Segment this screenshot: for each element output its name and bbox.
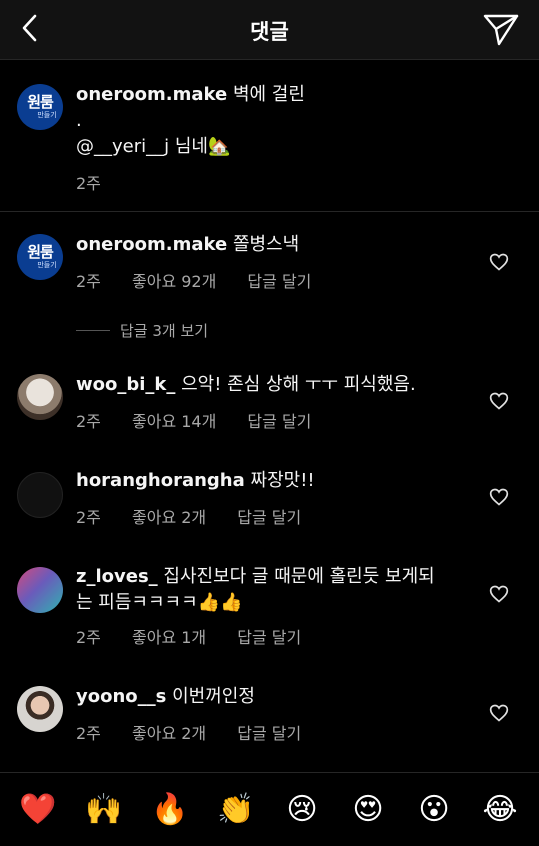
comment-text: z_loves_ 집사진보다 글 때문에 홀린듯 보게되 bbox=[76, 564, 435, 590]
laughing-tears-emoji-button[interactable]: 😂 bbox=[480, 793, 520, 827]
timestamp: 2주 bbox=[76, 628, 101, 647]
comment-body: 으악! 존심 상해 ㅜㅜ 피식했음. bbox=[181, 374, 416, 395]
red-heart-emoji-button[interactable]: ❤️ bbox=[18, 793, 58, 827]
caption-meta: 2주 bbox=[76, 170, 127, 194]
paper-plane-icon bbox=[483, 14, 519, 46]
timestamp: 2주 bbox=[76, 174, 101, 193]
comment-body-line-2: 는 피듬ㅋㅋㅋㅋ👍👍 bbox=[76, 592, 243, 613]
timestamp: 2주 bbox=[76, 272, 101, 291]
comment-body: 이번꺼인정 bbox=[172, 686, 255, 707]
crying-face-emoji-button[interactable]: 😢 bbox=[282, 793, 322, 827]
username[interactable]: oneroom.make bbox=[76, 84, 227, 105]
heart-icon[interactable] bbox=[489, 584, 509, 604]
username[interactable]: woo_bi_k_ bbox=[76, 374, 175, 395]
avatar[interactable] bbox=[17, 686, 63, 732]
heart-icon[interactable] bbox=[489, 703, 509, 723]
avatar[interactable] bbox=[17, 374, 63, 420]
caption-line-2: . bbox=[76, 110, 82, 131]
avatar-logo-subtext: 만들기 bbox=[37, 111, 57, 119]
heart-eyes-emoji-button[interactable]: 😍 bbox=[348, 793, 388, 827]
caption-line-3: @__yeri__j 님네🏡 bbox=[76, 136, 231, 157]
share-button[interactable] bbox=[481, 10, 521, 50]
avatar[interactable] bbox=[17, 472, 63, 518]
reply-button[interactable]: 답글 달기 bbox=[247, 272, 311, 291]
username[interactable]: yoono__s bbox=[76, 686, 166, 707]
avatar[interactable]: 원룸 만들기 bbox=[17, 234, 63, 280]
clapping-hands-emoji-button[interactable]: 👏 bbox=[216, 793, 256, 827]
heart-icon[interactable] bbox=[489, 252, 509, 272]
avatar-logo-text: 원룸 bbox=[27, 93, 54, 111]
comment-text: oneroom.make 쫄병스낵 bbox=[76, 232, 299, 258]
comment-item: horanghorangha 짜장맛!! 2주 좋아요 2개 답글 달기 bbox=[0, 456, 539, 556]
likes-count[interactable]: 좋아요 92개 bbox=[132, 272, 216, 291]
divider bbox=[76, 330, 110, 331]
username[interactable]: horanghorangha bbox=[76, 470, 245, 491]
emoji-reaction-bar: ❤️ 🙌 🔥 👏 😢 😍 😮 😂 bbox=[0, 772, 539, 846]
avatar-logo-text: 원룸 bbox=[27, 243, 54, 261]
reply-button[interactable]: 답글 달기 bbox=[237, 628, 301, 647]
likes-count[interactable]: 좋아요 2개 bbox=[132, 724, 206, 743]
comment-meta: 2주 좋아요 92개 답글 달기 bbox=[76, 268, 337, 292]
comment-meta: 2주 좋아요 1개 답글 달기 bbox=[76, 624, 327, 648]
likes-count[interactable]: 좋아요 2개 bbox=[132, 508, 206, 527]
timestamp: 2주 bbox=[76, 508, 101, 527]
top-bar: 댓글 bbox=[0, 0, 539, 60]
username[interactable]: oneroom.make bbox=[76, 234, 227, 255]
comment-body: 짜장맛!! bbox=[250, 470, 315, 491]
reply-button[interactable]: 답글 달기 bbox=[237, 508, 301, 527]
surprised-face-emoji-button[interactable]: 😮 bbox=[414, 793, 454, 827]
avatar[interactable]: 원룸 만들기 bbox=[17, 84, 63, 130]
fire-emoji-button[interactable]: 🔥 bbox=[150, 793, 190, 827]
comment-meta: 2주 좋아요 2개 답글 달기 bbox=[76, 504, 327, 528]
view-replies-label: 답글 3개 보기 bbox=[120, 322, 209, 340]
page-title: 댓글 bbox=[250, 20, 289, 44]
post-caption: 원룸 만들기 oneroom.make 벽에 걸린 . @__yeri__j 님… bbox=[0, 62, 539, 212]
comment-item: z_loves_ 집사진보다 글 때문에 홀린듯 보게되 는 피듬ㅋㅋㅋㅋ👍👍 … bbox=[0, 550, 539, 670]
reply-button[interactable]: 답글 달기 bbox=[247, 412, 311, 431]
comment-meta: 2주 좋아요 14개 답글 달기 bbox=[76, 408, 337, 432]
avatar-logo-subtext: 만들기 bbox=[37, 261, 57, 269]
caption-text: oneroom.make 벽에 걸린 bbox=[76, 82, 305, 108]
caption-line-1: 벽에 걸린 bbox=[232, 84, 305, 105]
username[interactable]: z_loves_ bbox=[76, 566, 158, 587]
avatar[interactable] bbox=[17, 567, 63, 613]
comment-body: 쫄병스낵 bbox=[232, 234, 300, 255]
view-replies-button[interactable]: 답글 3개 보기 bbox=[76, 320, 208, 341]
heart-icon[interactable] bbox=[489, 487, 509, 507]
comment-body-line-1: 집사진보다 글 때문에 홀린듯 보게되 bbox=[163, 566, 435, 587]
comment-text: yoono__s 이번꺼인정 bbox=[76, 684, 255, 710]
likes-count[interactable]: 좋아요 1개 bbox=[132, 628, 206, 647]
comment-item: yoono__s 이번꺼인정 2주 좋아요 2개 답글 달기 bbox=[0, 670, 539, 770]
heart-icon[interactable] bbox=[489, 391, 509, 411]
reply-button[interactable]: 답글 달기 bbox=[237, 724, 301, 743]
timestamp: 2주 bbox=[76, 412, 101, 431]
comment-item: woo_bi_k_ 으악! 존심 상해 ㅜㅜ 피식했음. 2주 좋아요 14개 … bbox=[0, 358, 539, 458]
likes-count[interactable]: 좋아요 14개 bbox=[132, 412, 216, 431]
comment-meta: 2주 좋아요 2개 답글 달기 bbox=[76, 720, 327, 744]
comment-text: woo_bi_k_ 으악! 존심 상해 ㅜㅜ 피식했음. bbox=[76, 372, 416, 398]
comment-text: horanghorangha 짜장맛!! bbox=[76, 468, 315, 494]
raising-hands-emoji-button[interactable]: 🙌 bbox=[84, 793, 124, 827]
timestamp: 2주 bbox=[76, 724, 101, 743]
